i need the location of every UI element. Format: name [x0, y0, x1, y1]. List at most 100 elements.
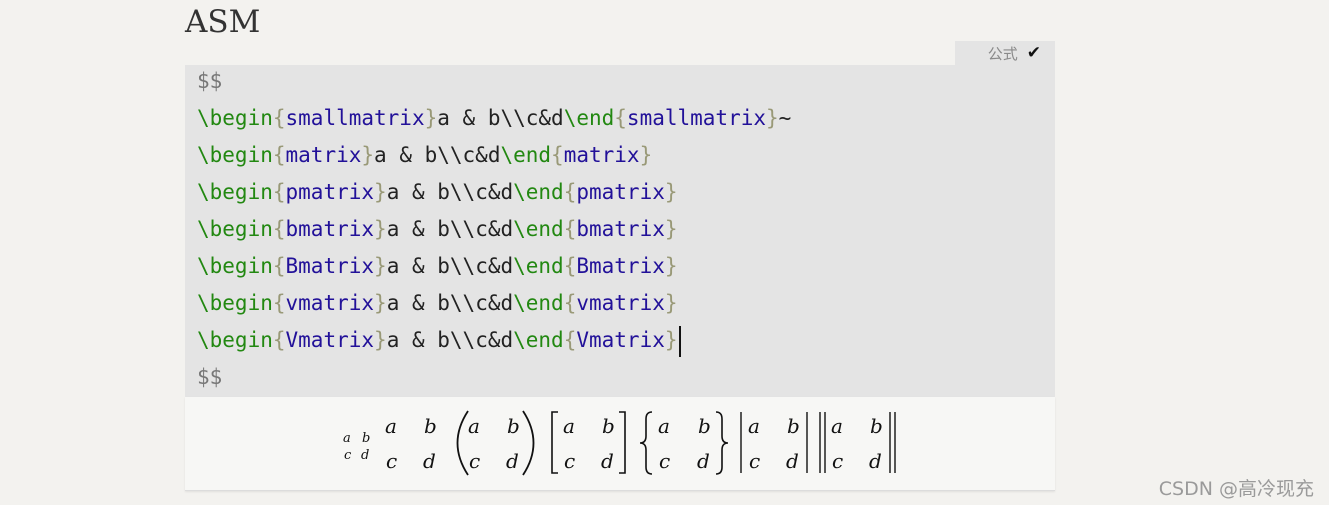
body-token: a & b\\c&d [374, 143, 501, 167]
brace-token: { [272, 106, 286, 130]
cell: d [786, 449, 799, 473]
cell: d [601, 449, 614, 473]
keyword-token: \begin [197, 106, 273, 130]
code-line[interactable]: \begin{bmatrix}a & b\\c&d\end{bmatrix} [197, 214, 678, 244]
code-line[interactable]: \begin{Bmatrix}a & b\\c&d\end{Bmatrix} [197, 251, 678, 281]
brace-token: { [563, 291, 577, 315]
brace-token: { [272, 180, 286, 204]
cell: a [831, 414, 843, 438]
cell: b [507, 414, 520, 438]
keyword-token: \begin [197, 254, 273, 278]
brace-token: } [374, 180, 387, 204]
brace-token: } [766, 106, 779, 130]
environment-token: pmatrix [576, 180, 665, 204]
code-line[interactable]: \begin{matrix}a & b\\c&d\end{matrix} [197, 140, 652, 170]
brace-token: { [272, 143, 286, 167]
brace-matrix: a b c d [639, 411, 729, 475]
left-bracket [551, 411, 558, 474]
keyword-token: \end [513, 291, 564, 315]
right-paren [522, 410, 535, 476]
environment-token: Bmatrix [285, 254, 375, 278]
close-delimiter: $$ [197, 365, 223, 389]
environment-token: Vmatrix [576, 328, 665, 352]
keyword-token: \end [563, 106, 615, 130]
vbar-matrix: a b c d [740, 412, 808, 473]
cell: c [659, 449, 670, 473]
brace-token: { [272, 328, 286, 352]
math-preview: a b c d a b c d a b c d a b c d a b c d … [185, 397, 1055, 491]
small-matrix: a b c d [343, 431, 370, 463]
cell: a [343, 431, 351, 446]
cell: b [602, 414, 615, 438]
brace-token: } [664, 217, 678, 241]
trail-token: ~ [778, 106, 792, 130]
environment-token: pmatrix [285, 180, 375, 204]
brace-token: } [664, 291, 678, 315]
brace-token: } [374, 217, 387, 241]
environment-token: Vmatrix [285, 328, 375, 352]
brace-token: { [272, 217, 286, 241]
keyword-token: \end [513, 180, 564, 204]
bracket-matrix: a b c d [551, 411, 626, 474]
left-paren [456, 410, 469, 476]
math-language-tab[interactable]: 公式 ✔ [955, 41, 1055, 65]
environment-token: smallmatrix [285, 106, 425, 130]
environment-token: bmatrix [285, 217, 375, 241]
code-line[interactable]: \begin{smallmatrix}a & b\\c&d\end{smallm… [197, 103, 791, 133]
body-token: a & b\\c&d [386, 254, 514, 278]
keyword-token: \end [513, 217, 564, 241]
cell: b [424, 414, 437, 438]
cell: b [698, 414, 711, 438]
brace-token: { [563, 328, 577, 352]
environment-token: vmatrix [576, 291, 665, 315]
check-icon[interactable]: ✔ [1027, 43, 1041, 63]
environment-token: Bmatrix [576, 254, 665, 278]
cell: d [506, 449, 519, 473]
paren-matrix: a b c d [456, 410, 535, 476]
language-label: 公式 [987, 44, 1018, 63]
cell: a [563, 414, 575, 438]
keyword-token: \begin [197, 217, 273, 241]
environment-token: matrix [285, 143, 362, 167]
brace-token: } [664, 254, 678, 278]
code-line[interactable]: \begin{vmatrix}a & b\\c&d\end{vmatrix} [197, 288, 678, 318]
environment-token: smallmatrix [626, 106, 766, 130]
double-bar-matrix: a b c d [819, 412, 896, 473]
brace-token: } [639, 143, 653, 167]
environment-token: matrix [563, 143, 640, 167]
text-cursor [678, 325, 681, 357]
keyword-token: \end [500, 143, 552, 167]
left-brace [639, 411, 653, 475]
brace-token: } [424, 106, 438, 130]
code-line[interactable]: \begin{pmatrix}a & b\\c&d\end{pmatrix} [197, 177, 678, 207]
code-line[interactable]: \begin{Vmatrix}a & b\\c&d\end{Vmatrix} [197, 325, 681, 357]
cell: b [870, 414, 883, 438]
brace-token: } [664, 180, 678, 204]
body-token: a & b\\c&d [386, 328, 514, 352]
cell: d [869, 449, 882, 473]
keyword-token: \begin [197, 180, 273, 204]
cell: b [787, 414, 800, 438]
cell: b [362, 431, 370, 446]
keyword-token: \end [513, 254, 564, 278]
brace-token: { [563, 180, 577, 204]
brace-token: { [614, 106, 627, 130]
section-heading: ASM [185, 4, 261, 40]
right-bracket [619, 411, 626, 474]
body-token: a & b\\c&d [386, 180, 514, 204]
brace-token: } [374, 254, 387, 278]
cell: a [748, 414, 760, 438]
brace-token: { [551, 143, 564, 167]
environment-token: vmatrix [285, 291, 375, 315]
body-token: a & b\\c&d [386, 217, 514, 241]
environment-token: bmatrix [576, 217, 665, 241]
brace-token: { [563, 254, 577, 278]
plain-matrix: a b c d [385, 414, 437, 473]
brace-token: } [374, 328, 387, 352]
rendered-matrices: a b c d a b c d a b c d a b c d a b c d … [343, 410, 896, 476]
brace-token: } [374, 291, 387, 315]
keyword-token: \begin [197, 143, 273, 167]
math-source-editor[interactable]: $$ \begin{smallmatrix}a & b\\c&d\end{sma… [185, 65, 1055, 397]
keyword-token: \end [513, 328, 564, 352]
right-brace [715, 411, 729, 475]
